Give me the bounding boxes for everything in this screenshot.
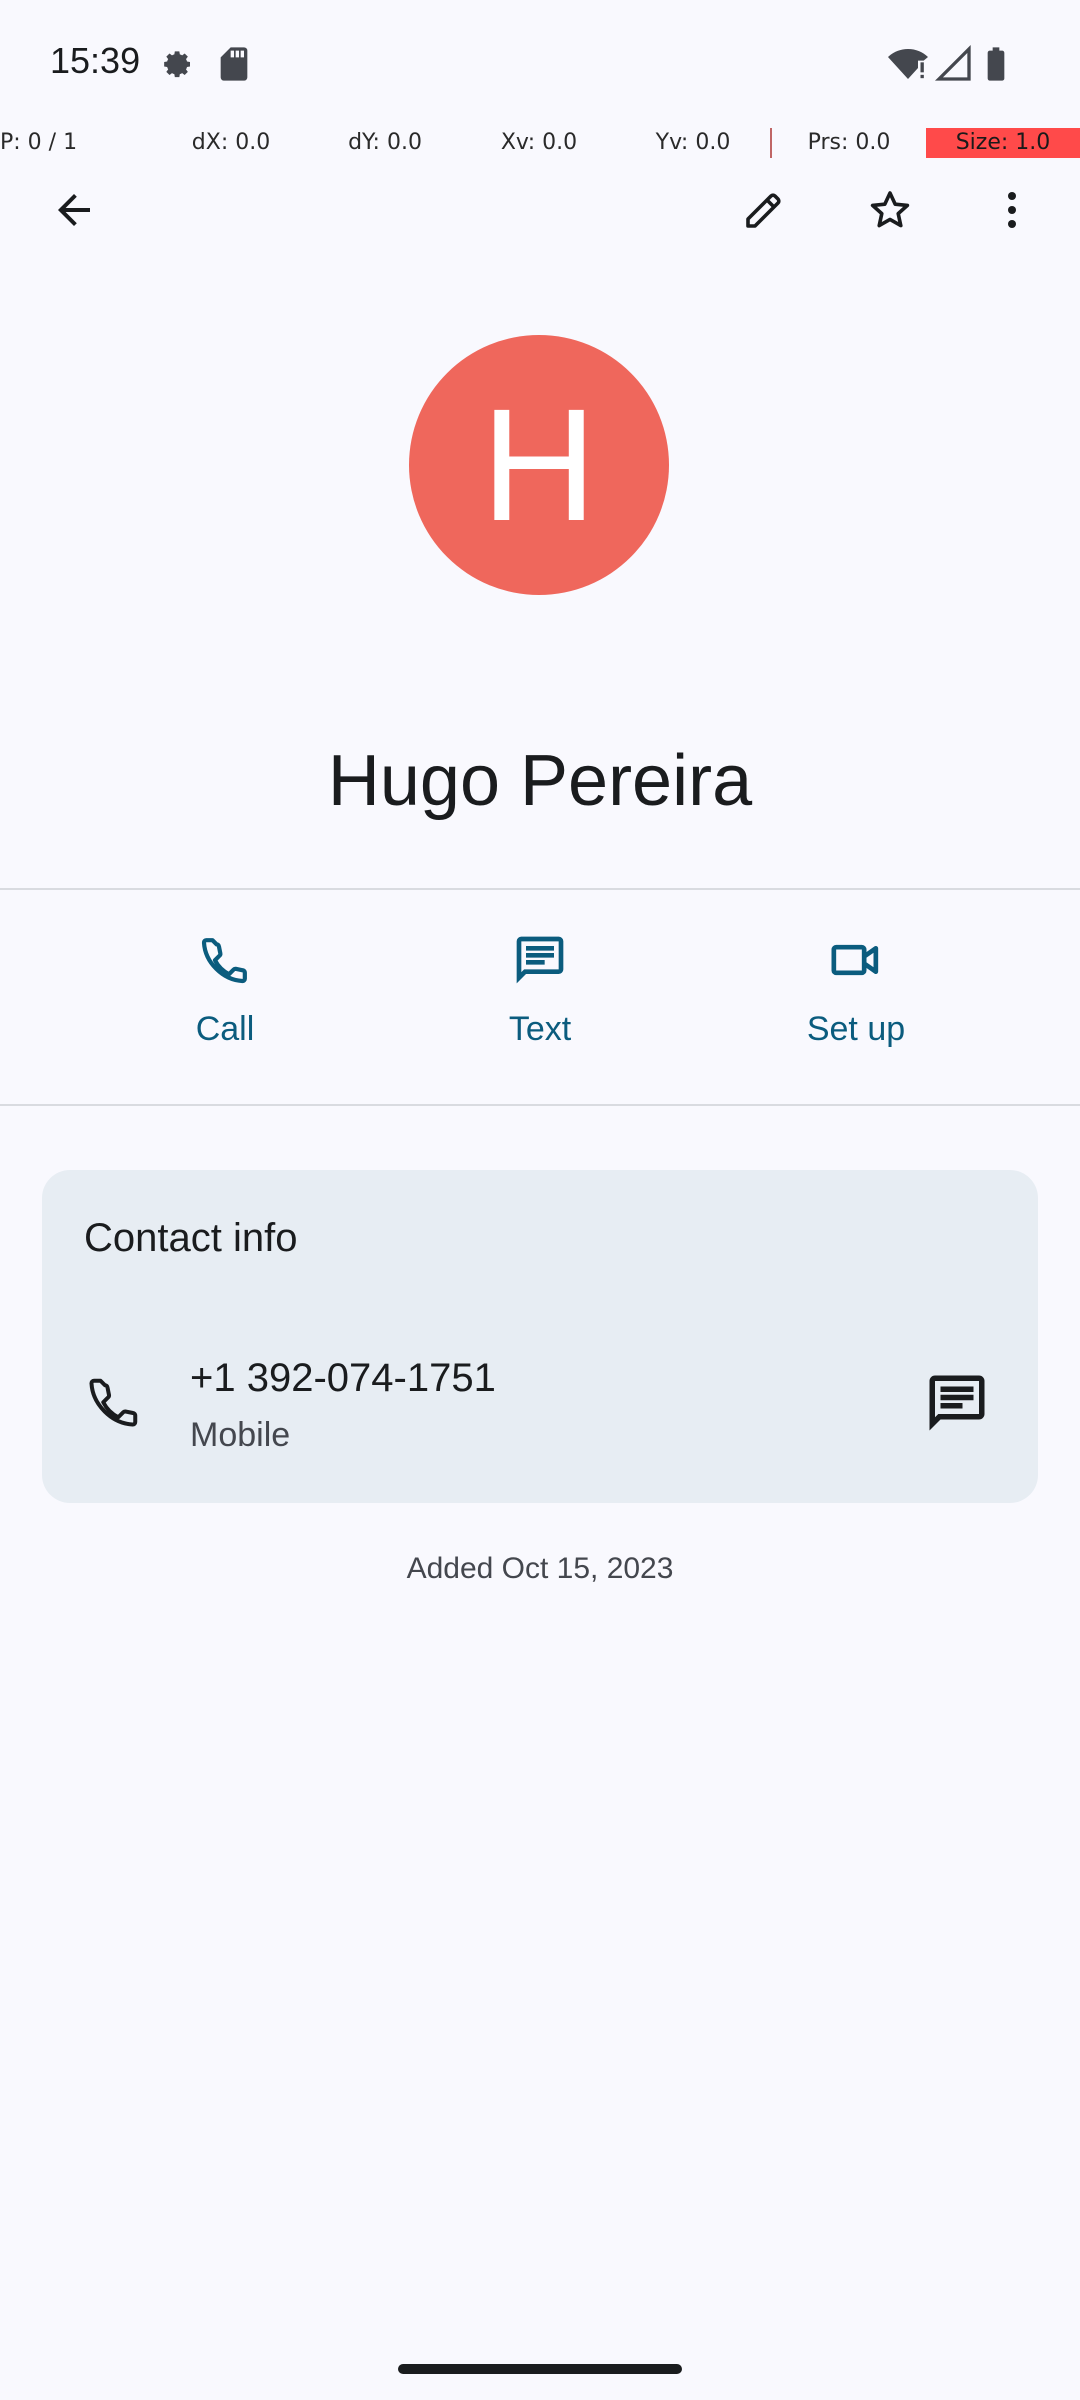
debug-xv: Xv: 0.0 [500, 130, 578, 155]
debug-dy: dY: 0.0 [348, 130, 422, 155]
message-icon [929, 1375, 985, 1431]
status-bar: 15:39 [0, 0, 1080, 128]
send-message-button[interactable] [924, 1370, 990, 1436]
contact-info-card: Contact info +1 392-074-1751 Mobile [42, 1170, 1038, 1503]
contact-avatar: H [409, 335, 669, 595]
signal-icon [934, 44, 974, 84]
contact-name: Hugo Pereira [327, 741, 753, 821]
status-time: 15:39 [50, 40, 141, 81]
wifi-alert-icon [888, 44, 928, 84]
favorite-button[interactable] [854, 174, 926, 246]
phone-type: Mobile [190, 1416, 291, 1454]
text-label: Text [508, 1010, 572, 1048]
star-outline-icon [870, 191, 910, 228]
settings-icon [156, 44, 196, 84]
video-icon [831, 944, 879, 976]
call-action[interactable]: Call [125, 932, 325, 1062]
text-action[interactable]: Text [440, 932, 640, 1062]
edit-button[interactable] [728, 174, 800, 246]
back-button[interactable] [38, 174, 110, 246]
divider-top [0, 888, 1080, 890]
debug-size: Size: 1.0 [926, 128, 1080, 158]
more-vert-icon [1008, 192, 1016, 228]
debug-pressure: Prs: 0.0 [770, 128, 926, 158]
phone-icon [84, 1372, 144, 1432]
gesture-nav-bar[interactable] [398, 2364, 682, 2374]
avatar-initial: H [481, 375, 597, 554]
phone-icon [201, 938, 247, 984]
setup-label: Set up [806, 1010, 906, 1048]
phone-number[interactable]: +1 392-074-1751 [190, 1356, 496, 1401]
message-icon [516, 936, 564, 984]
sd-card-icon [214, 44, 254, 84]
divider-bottom [0, 1104, 1080, 1106]
back-arrow-icon [58, 194, 90, 226]
more-options-button[interactable] [976, 174, 1048, 246]
debug-yv: Yv: 0.0 [655, 130, 731, 155]
added-date: Added Oct 15, 2023 [406, 1552, 674, 1585]
debug-dx: dX: 0.0 [191, 130, 271, 155]
pointer-debug-bar: P: 0 / 1 dX: 0.0 dY: 0.0 Xv: 0.0 Yv: 0.0… [0, 128, 1080, 158]
edit-pencil-icon [746, 193, 781, 228]
debug-pointer-count: P: 0 / 1 [0, 130, 78, 155]
call-label: Call [195, 1010, 255, 1048]
video-setup-action[interactable]: Set up [756, 932, 956, 1062]
contact-info-title: Contact info [84, 1216, 298, 1260]
battery-icon [976, 44, 1016, 84]
